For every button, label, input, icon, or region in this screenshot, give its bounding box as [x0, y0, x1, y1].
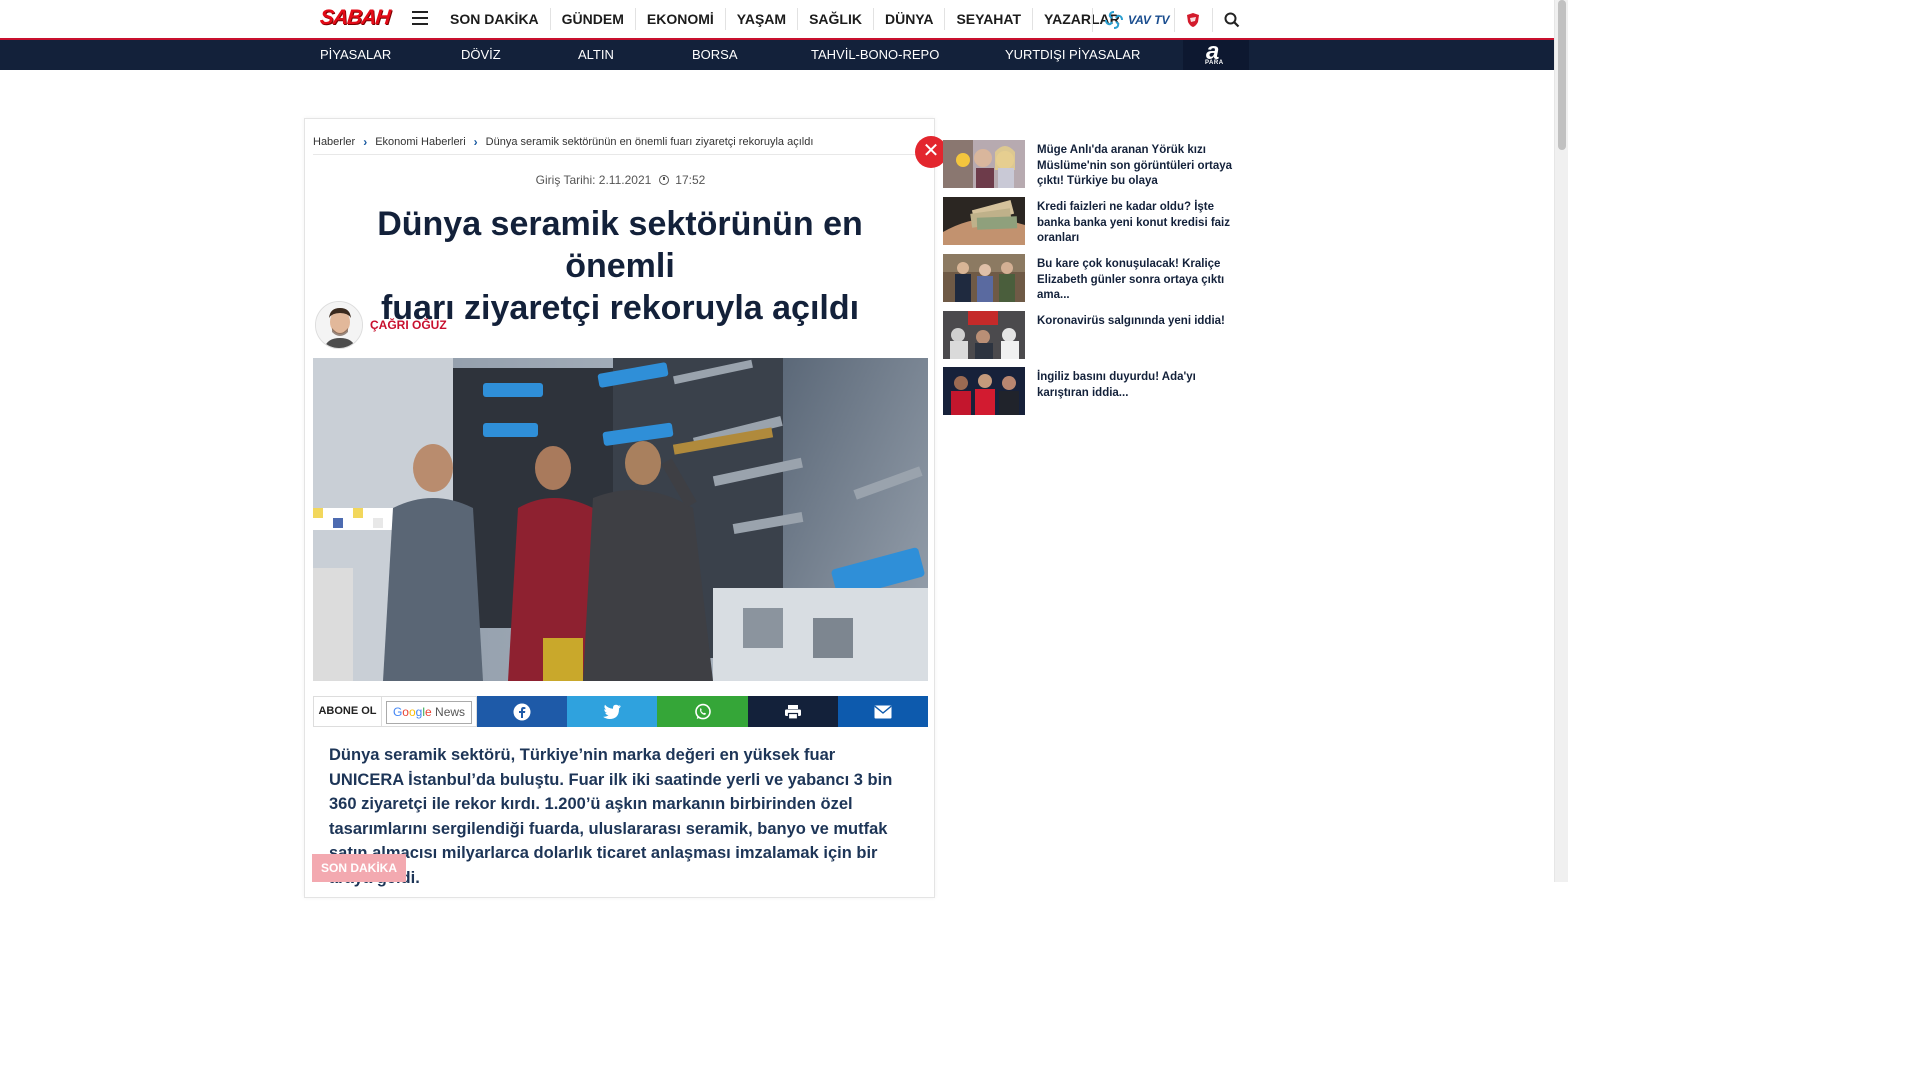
article-date: Giriş Tarihi: 2.11.2021 17:52: [305, 173, 936, 187]
vavtv-label: VAV TV: [1128, 13, 1170, 27]
subnav-item-yurtdisi[interactable]: YURTDIŞI PİYASALAR: [1005, 40, 1140, 70]
print-button[interactable]: [747, 696, 838, 727]
breadcrumb-haberler[interactable]: Haberler: [313, 136, 355, 148]
sidebar-news-item[interactable]: Kredi faizleri ne kadar oldu? İşte banka…: [943, 197, 1233, 245]
breadcrumb-divider: [313, 154, 928, 155]
top-header: SABAH SON DAKİKA GÜNDEM EKONOMİ YAŞAM SA…: [0, 0, 1554, 40]
nav-item-gundem[interactable]: GÜNDEM: [549, 8, 635, 30]
twitter-icon: [603, 704, 622, 719]
clock-icon: [659, 175, 670, 185]
son-dakika-tag[interactable]: SON DAKİKA: [312, 854, 406, 882]
article-hero-image: [313, 358, 928, 681]
author-name[interactable]: ÇAĞRI OĞUZ: [370, 318, 447, 332]
chevron-right-icon: ›: [473, 135, 478, 149]
headline-line-2: fuarı ziyaretçi rekoruyla açıldı: [380, 289, 860, 327]
shield-icon[interactable]: [1186, 12, 1200, 28]
date-label: Giriş Tarihi: 2.11.2021: [535, 173, 652, 187]
subnav-item-altin[interactable]: ALTIN: [578, 40, 614, 70]
whatsapp-icon: [694, 703, 711, 719]
nav-item-seyahat[interactable]: SEYAHAT: [944, 8, 1032, 30]
news-thumbnail: [943, 197, 1025, 245]
whatsapp-share-button[interactable]: [657, 696, 748, 727]
facebook-icon: [513, 703, 531, 720]
nav-item-yasam[interactable]: YAŞAM: [724, 8, 797, 30]
nav-item-dunya[interactable]: DÜNYA: [872, 8, 945, 30]
author-avatar[interactable]: [315, 301, 363, 349]
breadcrumb-ekonomi[interactable]: Ekonomi Haberleri: [375, 136, 465, 148]
google-news-button[interactable]: Google News: [381, 696, 477, 727]
logo-text: SABAH: [318, 6, 391, 29]
google-news-label: News: [431, 705, 466, 719]
headline-line-1: Dünya seramik sektörünün en önemli: [377, 205, 863, 285]
page-scrollbar[interactable]: [1554, 0, 1568, 882]
subnav-item-doviz[interactable]: DÖVİZ: [461, 40, 501, 70]
sub-nav: PİYASALAR DÖVİZ ALTIN BORSA TAHVİL-BONO-…: [0, 40, 1554, 70]
divider: [1212, 8, 1213, 32]
sabah-logo[interactable]: SABAH: [318, 4, 391, 34]
news-thumbnail: [943, 367, 1025, 415]
twitter-share-button[interactable]: [567, 696, 658, 727]
news-title[interactable]: Müge Anlı'da aranan Yörük kızı Müslüme'n…: [1037, 143, 1233, 190]
news-thumbnail: [943, 311, 1025, 359]
nav-item-saglik[interactable]: SAĞLIK: [797, 8, 873, 30]
sidebar-news-item[interactable]: İngiliz basını duyurdu! Ada'yı karıştıra…: [943, 367, 1233, 415]
sidebar-news-item[interactable]: Müge Anlı'da aranan Yörük kızı Müslüme'n…: [943, 140, 1233, 188]
apara-logo[interactable]: a PARA: [1183, 38, 1249, 70]
print-icon: [784, 704, 801, 720]
vavtv-logo-icon: [1105, 11, 1123, 29]
news-title[interactable]: Bu kare çok konuşulacak! Kraliçe Elizabe…: [1037, 257, 1233, 304]
facebook-share-button[interactable]: [477, 696, 568, 727]
breadcrumb-current[interactable]: Dünya seramik sektörünün en önemli fuarı…: [486, 136, 814, 148]
email-icon: [874, 705, 892, 718]
sidebar-news-item[interactable]: Bu kare çok konuşulacak! Kraliçe Elizabe…: [943, 254, 1233, 302]
chevron-right-icon: ›: [363, 135, 368, 149]
article-card: Haberler › Ekonomi Haberleri › Dünya ser…: [304, 118, 947, 898]
news-title[interactable]: Koronavirüs salgınında yeni iddia!: [1037, 314, 1233, 330]
article-lead: Dünya seramik sektörü, Türkiye’nin marka…: [329, 746, 893, 887]
divider: [1174, 8, 1175, 32]
news-title[interactable]: Kredi faizleri ne kadar oldu? İşte banka…: [1037, 200, 1233, 247]
breadcrumb: Haberler › Ekonomi Haberleri › Dünya ser…: [313, 135, 813, 149]
sidebar-news-item[interactable]: Koronavirüs salgınında yeni iddia!: [943, 311, 1233, 359]
nav-item-son-dakika[interactable]: SON DAKİKA: [439, 8, 550, 30]
news-title[interactable]: İngiliz basını duyurdu! Ada'yı karıştıra…: [1037, 370, 1233, 401]
vavtv-link[interactable]: VAV TV: [1092, 8, 1170, 32]
search-icon[interactable]: [1224, 12, 1240, 28]
apara-sub: PARA: [1205, 60, 1224, 66]
email-share-button[interactable]: [837, 696, 929, 727]
subnav-item-piyasalar[interactable]: PİYASALAR: [320, 40, 391, 70]
share-row: ABONE OL Google News: [313, 696, 929, 727]
news-thumbnail: [943, 140, 1025, 188]
article-headline: Dünya seramik sektörünün en önemli fuarı…: [325, 203, 915, 329]
news-thumbnail: [943, 254, 1025, 302]
abone-ol-label: ABONE OL: [313, 696, 381, 727]
time-label: 17:52: [675, 173, 706, 187]
main-nav: SON DAKİKA GÜNDEM EKONOMİ YAŞAM SAĞLIK D…: [439, 0, 1131, 38]
nav-item-ekonomi[interactable]: EKONOMİ: [634, 8, 725, 30]
hamburger-menu-icon[interactable]: [412, 11, 428, 25]
subnav-item-tahvil[interactable]: TAHVİL-BONO-REPO: [811, 40, 939, 70]
scrollbar-thumb[interactable]: [1558, 0, 1566, 150]
subnav-item-borsa[interactable]: BORSA: [692, 40, 738, 70]
